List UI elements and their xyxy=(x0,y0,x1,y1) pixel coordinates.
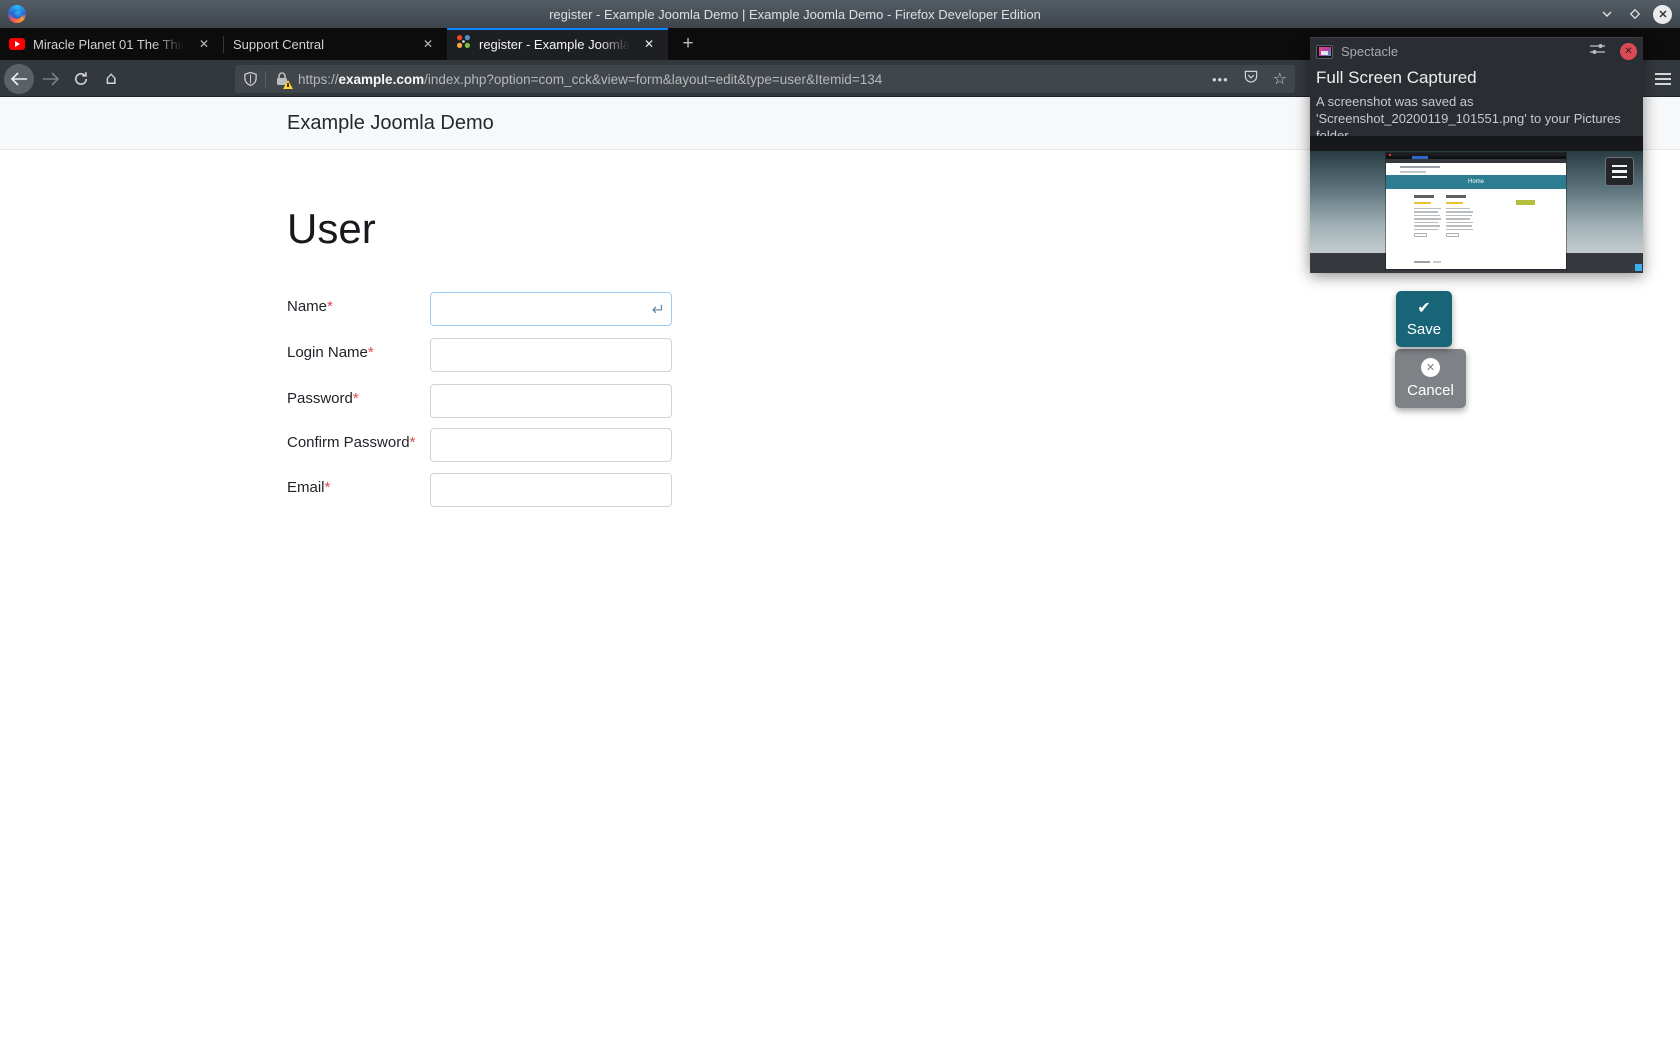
back-button[interactable] xyxy=(4,64,34,94)
urlbar-divider xyxy=(265,71,266,87)
firefox-icon xyxy=(8,5,26,23)
tab-label: Support Central xyxy=(233,36,325,52)
tab-close-button[interactable]: ✕ xyxy=(639,34,659,54)
lock-icon[interactable] xyxy=(274,71,293,89)
form-row-password: Password* xyxy=(287,384,672,418)
window-titlebar[interactable]: register - Example Joomla Demo | Example… xyxy=(0,0,1680,28)
notification-configure-button[interactable] xyxy=(1589,42,1606,61)
forward-button[interactable] xyxy=(36,64,66,94)
site-title[interactable]: Example Joomla Demo xyxy=(287,112,494,135)
thumbnail-green-button xyxy=(1516,200,1535,205)
field-label: Name* xyxy=(287,298,333,315)
check-icon: ✔ xyxy=(1417,298,1431,317)
forward-arrow-icon xyxy=(43,72,60,86)
sliders-icon xyxy=(1590,44,1605,54)
email-input[interactable] xyxy=(430,473,672,507)
joomla-icon xyxy=(456,34,471,54)
cancel-button[interactable]: ✕ Cancel xyxy=(1395,349,1466,408)
window-title: register - Example Joomla Demo | Example… xyxy=(549,6,1041,22)
spectacle-notification: Spectacle ✕ Full Screen Captured A scree… xyxy=(1310,37,1643,273)
hamburger-icon xyxy=(1655,73,1671,75)
tab-register-active[interactable]: register - Example Joomla ✕ xyxy=(447,28,668,60)
reload-icon xyxy=(75,72,87,85)
form-row-name: Name* ↵ xyxy=(287,292,672,326)
save-button[interactable]: ✔ Save xyxy=(1396,291,1452,347)
tab-support-central[interactable]: Support Central ✕ xyxy=(224,28,447,60)
tab-close-button[interactable]: ✕ xyxy=(194,34,214,54)
url-domain: example.com xyxy=(338,71,425,87)
close-icon xyxy=(1658,10,1667,18)
notification-close-button[interactable]: ✕ xyxy=(1620,43,1637,60)
url-text[interactable]: https://example.com/index.php?option=com… xyxy=(298,72,1204,87)
page-actions-button[interactable]: ••• xyxy=(1212,72,1229,87)
name-input[interactable] xyxy=(430,292,672,326)
window-close-button[interactable] xyxy=(1653,4,1672,24)
app-menu-button[interactable] xyxy=(1650,69,1676,89)
required-asterisk: * xyxy=(327,298,333,315)
notification-title: Full Screen Captured xyxy=(1316,68,1477,87)
new-tab-button[interactable]: + xyxy=(673,30,703,58)
bookmark-star-icon[interactable]: ☆ xyxy=(1273,71,1287,87)
login-name-input[interactable] xyxy=(430,338,672,372)
page-title: User xyxy=(287,205,376,252)
tab-close-button[interactable]: ✕ xyxy=(418,34,438,54)
minimize-button[interactable] xyxy=(1597,5,1616,24)
resize-corner-handle[interactable] xyxy=(1635,264,1642,271)
back-arrow-icon xyxy=(10,72,27,86)
thumbnail-menu-button[interactable] xyxy=(1605,157,1634,186)
hamburger-icon xyxy=(1612,164,1627,168)
form-row-email: Email* xyxy=(287,473,672,507)
notification-header: Spectacle ✕ xyxy=(1310,38,1643,62)
pocket-icon xyxy=(1244,70,1257,83)
url-bar[interactable]: https://example.com/index.php?option=com… xyxy=(235,65,1295,93)
confirm-password-input[interactable] xyxy=(430,428,672,462)
screen: register - Example Joomla Demo | Example… xyxy=(0,0,1680,1050)
home-button[interactable]: ⌂ xyxy=(96,64,126,94)
cancel-circle-x-icon: ✕ xyxy=(1421,358,1440,377)
pocket-button[interactable] xyxy=(1243,69,1259,89)
required-asterisk: * xyxy=(324,479,331,496)
thumbnail-nav-band: Home xyxy=(1386,175,1566,189)
password-input[interactable] xyxy=(430,384,672,418)
cancel-label: Cancel xyxy=(1407,382,1454,399)
field-label: Confirm Password* xyxy=(287,434,416,451)
screenshot-preview-area: Home xyxy=(1310,136,1643,273)
tab-miracle-planet[interactable]: Miracle Planet 01 The Thir ✕ xyxy=(0,28,223,60)
home-icon: ⌂ xyxy=(105,68,117,89)
form-row-confirm-password: Confirm Password* xyxy=(287,428,672,462)
chevron-down-icon xyxy=(1602,11,1611,17)
required-asterisk: * xyxy=(409,434,416,451)
tracking-protection-shield-icon xyxy=(244,71,257,87)
maximize-button[interactable] xyxy=(1625,5,1644,24)
tab-label: Miracle Planet 01 The Thir xyxy=(33,36,185,52)
form-row-login-name: Login Name* xyxy=(287,338,672,372)
spectacle-app-icon xyxy=(1316,44,1333,59)
field-label: Login Name* xyxy=(287,344,374,361)
reload-button[interactable] xyxy=(66,64,96,94)
required-asterisk: * xyxy=(352,390,359,407)
youtube-icon xyxy=(9,38,25,50)
field-label: Password* xyxy=(287,390,359,407)
field-label: Email* xyxy=(287,479,331,496)
required-asterisk: * xyxy=(367,344,374,361)
tab-label: register - Example Joomla xyxy=(479,36,630,52)
save-label: Save xyxy=(1406,321,1442,338)
diamond-icon xyxy=(1629,8,1640,20)
notification-app-name: Spectacle xyxy=(1341,44,1399,59)
screenshot-thumbnail[interactable]: Home xyxy=(1386,153,1566,269)
